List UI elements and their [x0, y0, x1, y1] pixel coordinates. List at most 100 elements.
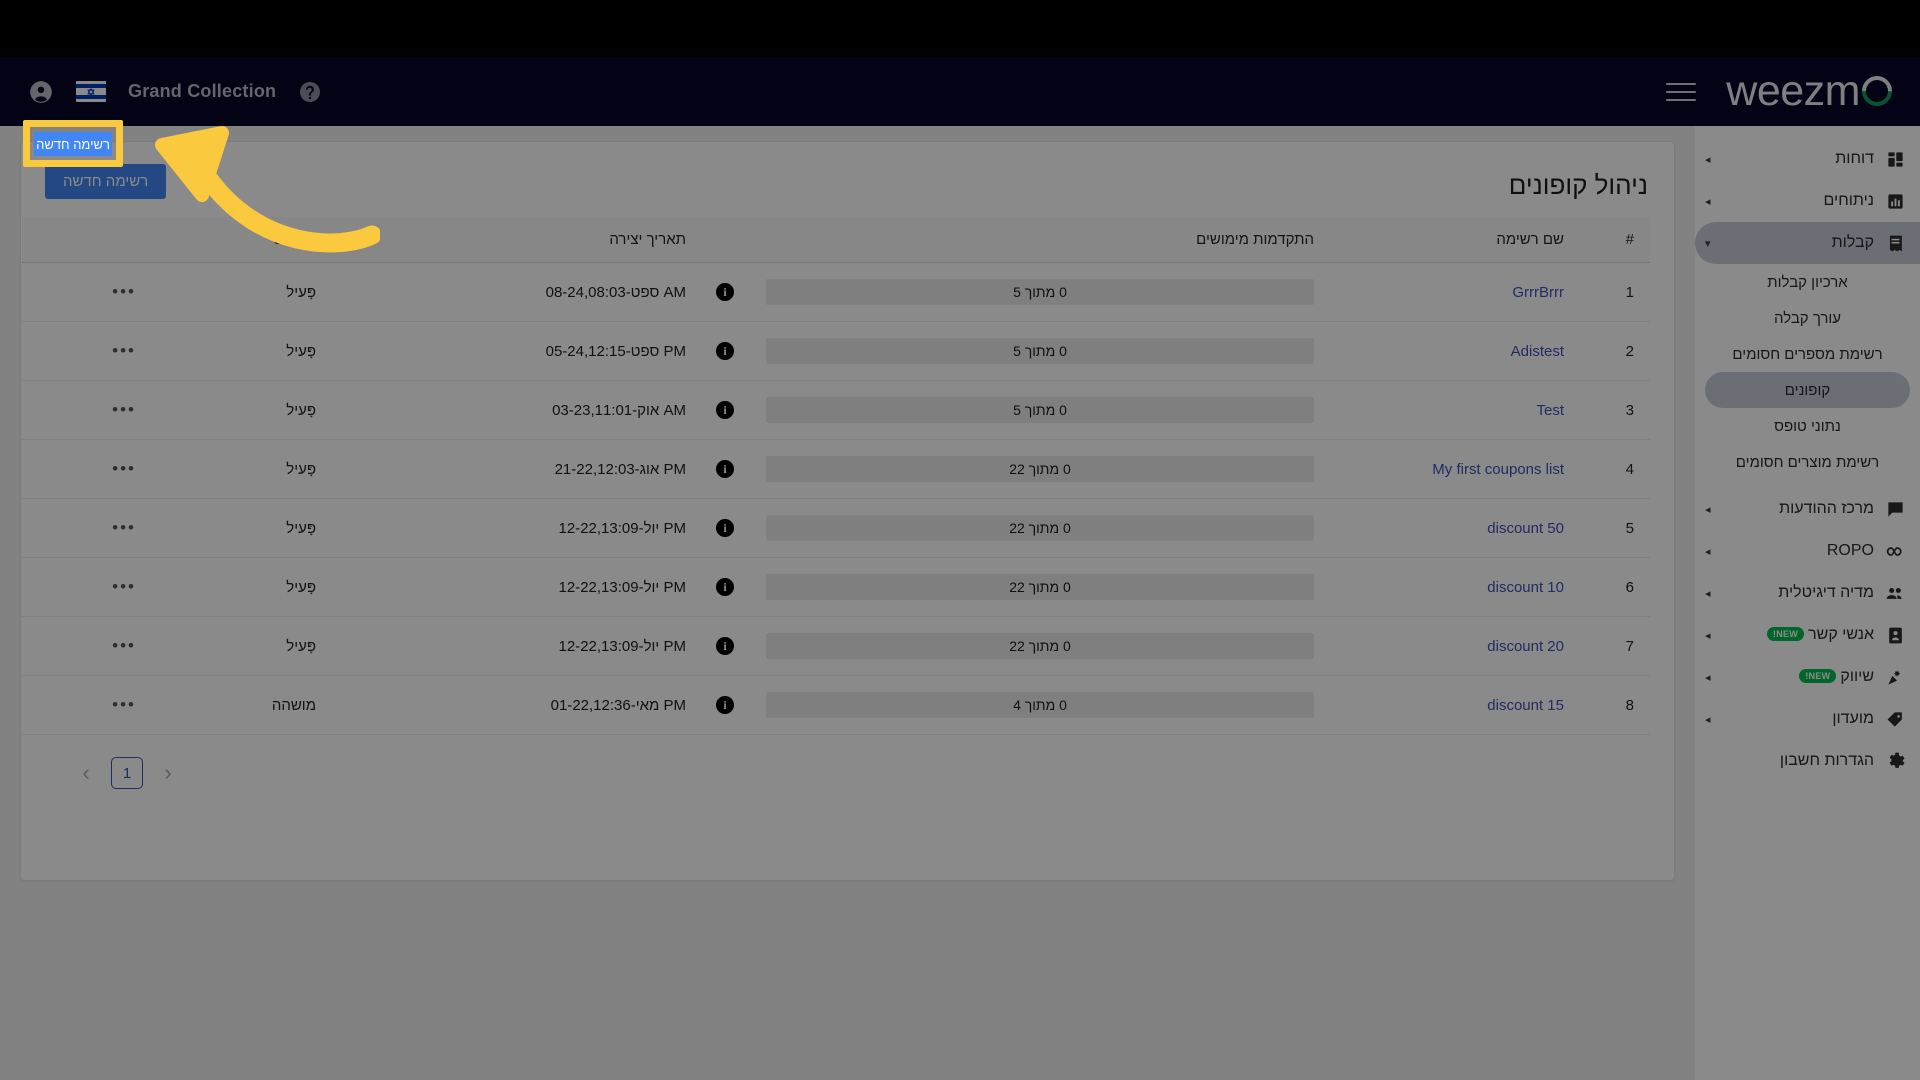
cell-index: 7 [1580, 616, 1650, 676]
column-header-status[interactable]: סטטוס [152, 217, 332, 263]
list-name-link[interactable]: discount 20 [1487, 638, 1564, 655]
progress-bar: 0 מתוך 5 [766, 279, 1314, 305]
sidebar-item-club[interactable]: מועדון ◂ [1695, 698, 1920, 740]
column-header-index[interactable]: # [1580, 217, 1650, 263]
israel-flag-icon[interactable] [76, 81, 106, 102]
table-row: 3 Test 0 מתוך 5 i 03-אוק-23,11:01 AM פָּעיל ••… [22, 380, 1650, 440]
column-header-date[interactable]: תאריך יצירה [372, 217, 702, 263]
pagination-prev-icon[interactable]: ‹ [75, 762, 97, 784]
hamburger-menu-icon[interactable] [1666, 82, 1697, 101]
progress-bar: 0 מתוך 4 [766, 692, 1314, 718]
row-menu-icon[interactable]: ••• [112, 282, 136, 301]
sidebar-subitem-receipt-editor[interactable]: עורך קבלה [1705, 300, 1910, 336]
sidebar-item-receipts[interactable]: קבלות ▾ [1695, 222, 1920, 264]
sidebar-item-contacts[interactable]: אנשי קשרNEW! ◂ [1695, 614, 1920, 656]
cell-created-date: 21-אוג-22,12:03 PM [372, 439, 702, 499]
info-icon[interactable]: i [716, 696, 734, 715]
coupons-card: רשימה חדשה ניהול קופונים # שם רשימה התקד… [20, 141, 1675, 881]
cell-actions: ••• [22, 439, 152, 499]
info-icon[interactable]: i [716, 342, 734, 361]
cell-created-date: 08-ספט-24,08:03 AM [372, 262, 702, 322]
list-name-link[interactable]: discount 50 [1487, 520, 1564, 537]
row-menu-icon[interactable]: ••• [112, 400, 136, 419]
account-circle-icon[interactable] [28, 79, 54, 105]
sidebar-item-reports[interactable]: דוחות ◂ [1695, 138, 1920, 180]
new-list-button[interactable]: רשימה חדשה [45, 164, 167, 199]
sidebar-item-analytics[interactable]: ניתוחים ◂ [1695, 180, 1920, 222]
sidebar-subitem-blocked-numbers[interactable]: רשימת מספרים חסומים [1705, 336, 1910, 372]
info-icon[interactable]: i [716, 519, 734, 538]
info-icon[interactable]: i [716, 283, 734, 302]
column-header-progress[interactable]: התקדמות מימושים [750, 217, 1330, 263]
column-sort-toggle[interactable] [332, 217, 372, 263]
row-menu-icon[interactable]: ••• [112, 518, 136, 537]
coupons-table: # שם רשימה התקדמות מימושים תאריך יצירה ס… [22, 217, 1650, 735]
cell-actions: ••• [22, 557, 152, 617]
cell-spacer [332, 498, 372, 558]
sidebar-item-marketing[interactable]: שיווקNEW! ◂ [1695, 656, 1920, 698]
progress-label: 0 מתוך 5 [1013, 284, 1067, 300]
sidebar-item-label: דוחות [1835, 150, 1874, 167]
cell-spacer [332, 321, 372, 381]
sidebar-item-account-settings[interactable]: הגדרות חשבון [1695, 740, 1920, 782]
pagination-page-1[interactable]: 1 [111, 757, 143, 789]
cell-status: פָּעיל [152, 439, 332, 499]
cell-index: 3 [1580, 380, 1650, 440]
list-name-link[interactable]: discount 15 [1487, 697, 1564, 714]
chevron-left-icon: ◂ [1705, 629, 1711, 642]
sidebar-item-ropo[interactable]: ROPO ◂ [1695, 530, 1920, 572]
sidebar-subitem-coupons[interactable]: קופונים [1705, 372, 1910, 408]
cell-info: i [702, 380, 750, 440]
cell-spacer [332, 262, 372, 322]
info-icon[interactable]: i [716, 401, 734, 420]
chevron-down-icon: ▾ [1705, 237, 1711, 250]
cell-progress: 0 מתוך 5 [750, 321, 1330, 381]
sidebar-item-label: הגדרות חשבון [1779, 752, 1874, 769]
list-name-link[interactable]: Adistest [1511, 343, 1564, 360]
chevron-left-icon: ◂ [1705, 587, 1711, 600]
cell-info: i [702, 498, 750, 558]
cell-created-date: 12-יול-22,13:09 PM [372, 557, 702, 617]
sort-arrows-icon[interactable] [347, 232, 357, 247]
cell-created-date: 05-ספט-24,12:15 PM [372, 321, 702, 381]
chevron-left-icon: ◂ [1705, 153, 1711, 166]
new-badge: NEW! [1799, 668, 1837, 683]
cell-created-date: 12-יול-22,13:09 PM [372, 498, 702, 558]
sidebar-subitem-label: נתוני טופס [1774, 417, 1841, 435]
list-name-link[interactable]: My first coupons list [1432, 461, 1564, 478]
new-badge: NEW! [1766, 626, 1805, 641]
sidebar-subitem-receipts-archive[interactable]: ארכיון קבלות [1705, 264, 1910, 300]
cell-spacer [332, 380, 372, 440]
progress-label: 0 מתוך 4 [1013, 697, 1067, 713]
cell-progress: 0 מתוך 5 [750, 380, 1330, 440]
sidebar-item-message-center[interactable]: מרכז ההודעות ◂ [1695, 488, 1920, 530]
list-name-link[interactable]: GrrrBrrr [1512, 284, 1564, 301]
group-icon [1884, 582, 1906, 604]
row-menu-icon[interactable]: ••• [112, 341, 136, 360]
sidebar-item-digital-media[interactable]: מדיה דיגיטלית ◂ [1695, 572, 1920, 614]
list-name-link[interactable]: discount 10 [1487, 579, 1564, 596]
info-icon[interactable]: i [716, 578, 734, 597]
help-circle-icon[interactable] [298, 80, 322, 104]
column-header-name[interactable]: שם רשימה [1330, 217, 1580, 263]
pagination: ‹ 1 › [45, 757, 1650, 789]
sidebar-subitem-label: ארכיון קבלות [1767, 273, 1848, 291]
sidebar-subitem-blocked-products[interactable]: רשימת מוצרים חסומים [1705, 444, 1910, 480]
row-menu-icon[interactable]: ••• [112, 695, 136, 714]
list-name-link[interactable]: Test [1536, 402, 1564, 419]
pagination-next-icon[interactable]: › [157, 762, 179, 784]
info-icon[interactable]: i [716, 460, 734, 479]
sidebar-subitem-label: עורך קבלה [1773, 309, 1842, 327]
receipt-icon [1884, 232, 1906, 254]
cell-actions: ••• [22, 675, 152, 735]
app-root: Grand Collection weezm דוחות ◂ ניתוחים ◂… [0, 0, 1920, 1080]
main-content: רשימה חדשה ניהול קופונים # שם רשימה התקד… [0, 126, 1695, 1080]
info-icon[interactable]: i [716, 637, 734, 656]
progress-label: 0 מתוך 22 [1009, 461, 1071, 477]
row-menu-icon[interactable]: ••• [112, 577, 136, 596]
progress-bar: 0 מתוך 22 [766, 515, 1314, 541]
row-menu-icon[interactable]: ••• [112, 636, 136, 655]
dashboard-icon [1884, 148, 1906, 170]
sidebar-subitem-form-data[interactable]: נתוני טופס [1705, 408, 1910, 444]
row-menu-icon[interactable]: ••• [112, 459, 136, 478]
